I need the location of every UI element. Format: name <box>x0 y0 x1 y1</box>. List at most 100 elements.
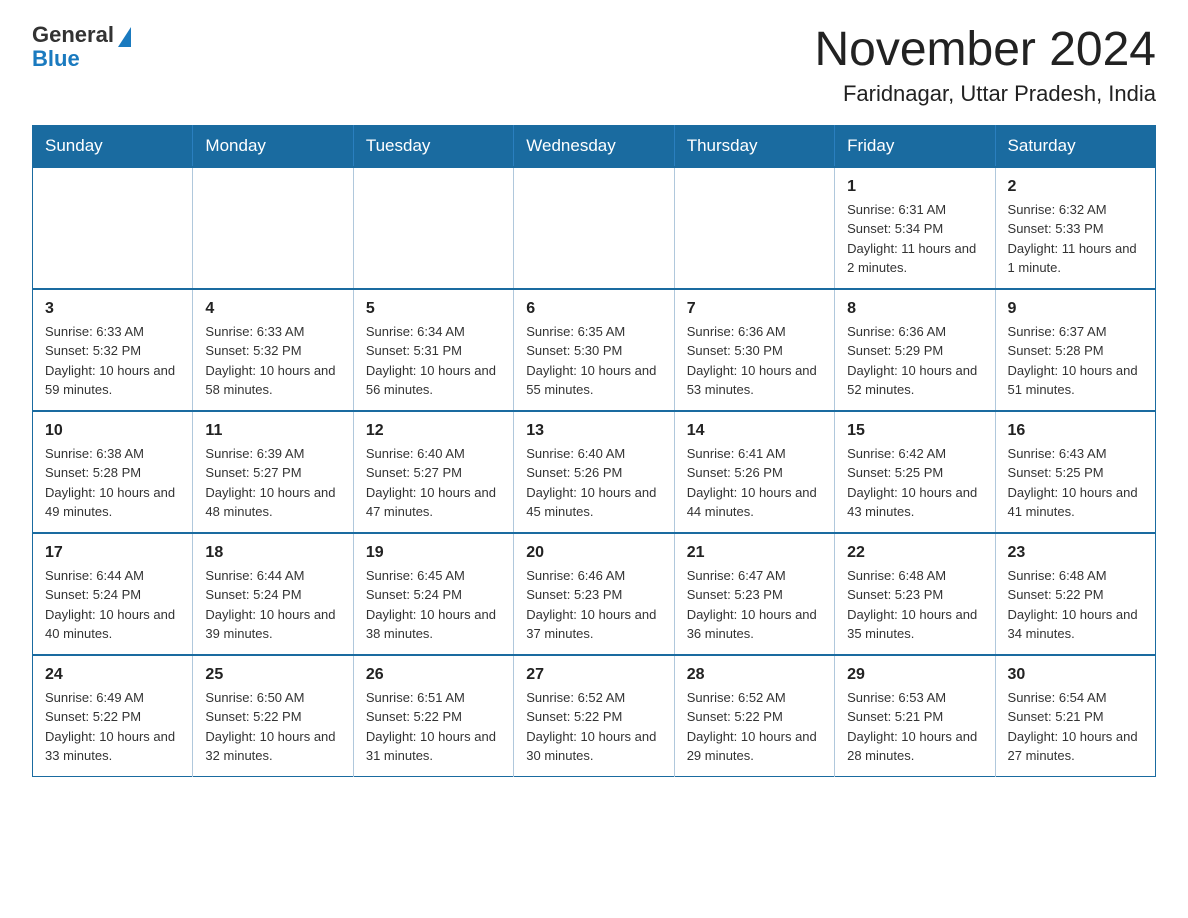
day-number: 17 <box>45 544 180 562</box>
calendar-cell: 23Sunrise: 6:48 AMSunset: 5:22 PMDayligh… <box>995 533 1155 655</box>
day-number: 27 <box>526 666 661 684</box>
day-number: 21 <box>687 544 822 562</box>
day-info: Sunrise: 6:53 AMSunset: 5:21 PMDaylight:… <box>847 688 982 766</box>
calendar-title: November 2024 <box>814 24 1156 77</box>
calendar-cell: 18 Sunrise: 6:44 AMSunset: 5:24 PMDayligh… <box>193 533 353 655</box>
calendar-cell: 21Sunrise: 6:47 AMSunset: 5:23 PMDayligh… <box>674 533 834 655</box>
calendar-cell: 1Sunrise: 6:31 AMSunset: 5:34 PMDaylight… <box>835 167 995 289</box>
calendar-cell: 26 Sunrise: 6:51 AMSunset: 5:22 PMDayligh… <box>353 655 513 777</box>
calendar-cell: 6 Sunrise: 6:35 AMSunset: 5:30 PMDaylight… <box>514 289 674 411</box>
day-info: Sunrise: 6:44 AMSunset: 5:24 PMDaylight:… <box>205 566 340 644</box>
day-info: Sunrise: 6:33 AMSunset: 5:32 PMDaylight:… <box>205 322 340 400</box>
calendar-header-row: SundayMondayTuesdayWednesdayThursdayFrid… <box>33 125 1156 167</box>
calendar-cell <box>674 167 834 289</box>
day-number: 12 <box>366 422 501 440</box>
day-number: 25 <box>205 666 340 684</box>
day-info: Sunrise: 6:40 AMSunset: 5:27 PMDaylight:… <box>366 444 501 522</box>
header-thursday: Thursday <box>674 125 834 167</box>
day-number: 4 <box>205 300 340 318</box>
calendar-cell: 15 Sunrise: 6:42 AMSunset: 5:25 PMDayligh… <box>835 411 995 533</box>
day-number: 15 <box>847 422 982 440</box>
title-block: November 2024 Faridnagar, Uttar Pradesh,… <box>814 24 1156 107</box>
header-monday: Monday <box>193 125 353 167</box>
day-info: Sunrise: 6:33 AMSunset: 5:32 PMDaylight:… <box>45 322 180 400</box>
calendar-week-1: 1Sunrise: 6:31 AMSunset: 5:34 PMDaylight… <box>33 167 1156 289</box>
day-info: Sunrise: 6:51 AMSunset: 5:22 PMDaylight:… <box>366 688 501 766</box>
calendar-table: SundayMondayTuesdayWednesdayThursdayFrid… <box>32 125 1156 777</box>
day-info: Sunrise: 6:38 AMSunset: 5:28 PMDaylight:… <box>45 444 180 522</box>
calendar-cell: 12 Sunrise: 6:40 AMSunset: 5:27 PMDayligh… <box>353 411 513 533</box>
day-info: Sunrise: 6:49 AMSunset: 5:22 PMDaylight:… <box>45 688 180 766</box>
logo-blue-text: Blue <box>32 48 80 70</box>
calendar-cell: 17 Sunrise: 6:44 AMSunset: 5:24 PMDayligh… <box>33 533 193 655</box>
day-info: Sunrise: 6:44 AMSunset: 5:24 PMDaylight:… <box>45 566 180 644</box>
logo-general-text: General <box>32 24 114 46</box>
calendar-cell: 16 Sunrise: 6:43 AMSunset: 5:25 PMDayligh… <box>995 411 1155 533</box>
calendar-cell <box>33 167 193 289</box>
day-number: 23 <box>1008 544 1143 562</box>
day-info: Sunrise: 6:46 AMSunset: 5:23 PMDaylight:… <box>526 566 661 644</box>
day-info: Sunrise: 6:36 AMSunset: 5:29 PMDaylight:… <box>847 322 982 400</box>
header-saturday: Saturday <box>995 125 1155 167</box>
day-number: 29 <box>847 666 982 684</box>
day-info: Sunrise: 6:32 AMSunset: 5:33 PMDaylight:… <box>1008 200 1143 278</box>
calendar-cell: 29 Sunrise: 6:53 AMSunset: 5:21 PMDayligh… <box>835 655 995 777</box>
calendar-cell: 22 Sunrise: 6:48 AMSunset: 5:23 PMDayligh… <box>835 533 995 655</box>
calendar-cell: 14Sunrise: 6:41 AMSunset: 5:26 PMDayligh… <box>674 411 834 533</box>
day-info: Sunrise: 6:45 AMSunset: 5:24 PMDaylight:… <box>366 566 501 644</box>
calendar-subtitle: Faridnagar, Uttar Pradesh, India <box>814 81 1156 107</box>
day-info: Sunrise: 6:36 AMSunset: 5:30 PMDaylight:… <box>687 322 822 400</box>
calendar-cell: 10 Sunrise: 6:38 AMSunset: 5:28 PMDayligh… <box>33 411 193 533</box>
day-number: 19 <box>366 544 501 562</box>
calendar-cell <box>514 167 674 289</box>
calendar-cell: 7 Sunrise: 6:36 AMSunset: 5:30 PMDaylight… <box>674 289 834 411</box>
day-number: 6 <box>526 300 661 318</box>
day-info: Sunrise: 6:50 AMSunset: 5:22 PMDaylight:… <box>205 688 340 766</box>
calendar-cell: 11Sunrise: 6:39 AMSunset: 5:27 PMDayligh… <box>193 411 353 533</box>
calendar-cell: 9Sunrise: 6:37 AMSunset: 5:28 PMDaylight… <box>995 289 1155 411</box>
day-number: 10 <box>45 422 180 440</box>
calendar-cell: 20 Sunrise: 6:46 AMSunset: 5:23 PMDayligh… <box>514 533 674 655</box>
calendar-cell: 24 Sunrise: 6:49 AMSunset: 5:22 PMDayligh… <box>33 655 193 777</box>
calendar-cell: 3 Sunrise: 6:33 AMSunset: 5:32 PMDaylight… <box>33 289 193 411</box>
day-info: Sunrise: 6:42 AMSunset: 5:25 PMDaylight:… <box>847 444 982 522</box>
day-number: 24 <box>45 666 180 684</box>
calendar-cell: 4 Sunrise: 6:33 AMSunset: 5:32 PMDaylight… <box>193 289 353 411</box>
day-info: Sunrise: 6:37 AMSunset: 5:28 PMDaylight:… <box>1008 322 1143 400</box>
day-info: Sunrise: 6:52 AMSunset: 5:22 PMDaylight:… <box>526 688 661 766</box>
day-number: 30 <box>1008 666 1143 684</box>
calendar-cell: 25 Sunrise: 6:50 AMSunset: 5:22 PMDayligh… <box>193 655 353 777</box>
day-number: 13 <box>526 422 661 440</box>
day-info: Sunrise: 6:35 AMSunset: 5:30 PMDaylight:… <box>526 322 661 400</box>
day-number: 14 <box>687 422 822 440</box>
calendar-cell: 5 Sunrise: 6:34 AMSunset: 5:31 PMDaylight… <box>353 289 513 411</box>
day-info: Sunrise: 6:43 AMSunset: 5:25 PMDaylight:… <box>1008 444 1143 522</box>
day-number: 20 <box>526 544 661 562</box>
header-wednesday: Wednesday <box>514 125 674 167</box>
day-number: 5 <box>366 300 501 318</box>
day-number: 26 <box>366 666 501 684</box>
day-info: Sunrise: 6:34 AMSunset: 5:31 PMDaylight:… <box>366 322 501 400</box>
calendar-cell: 28Sunrise: 6:52 AMSunset: 5:22 PMDayligh… <box>674 655 834 777</box>
calendar-cell <box>353 167 513 289</box>
header-tuesday: Tuesday <box>353 125 513 167</box>
day-number: 7 <box>687 300 822 318</box>
day-number: 16 <box>1008 422 1143 440</box>
calendar-week-2: 3 Sunrise: 6:33 AMSunset: 5:32 PMDaylight… <box>33 289 1156 411</box>
day-number: 18 <box>205 544 340 562</box>
calendar-week-4: 17 Sunrise: 6:44 AMSunset: 5:24 PMDayligh… <box>33 533 1156 655</box>
day-number: 3 <box>45 300 180 318</box>
day-number: 22 <box>847 544 982 562</box>
calendar-cell: 19 Sunrise: 6:45 AMSunset: 5:24 PMDayligh… <box>353 533 513 655</box>
logo: General Blue <box>32 24 131 70</box>
calendar-cell <box>193 167 353 289</box>
day-info: Sunrise: 6:39 AMSunset: 5:27 PMDaylight:… <box>205 444 340 522</box>
day-info: Sunrise: 6:48 AMSunset: 5:23 PMDaylight:… <box>847 566 982 644</box>
day-info: Sunrise: 6:52 AMSunset: 5:22 PMDaylight:… <box>687 688 822 766</box>
calendar-cell: 30 Sunrise: 6:54 AMSunset: 5:21 PMDayligh… <box>995 655 1155 777</box>
header-friday: Friday <box>835 125 995 167</box>
calendar-cell: 8Sunrise: 6:36 AMSunset: 5:29 PMDaylight… <box>835 289 995 411</box>
day-info: Sunrise: 6:40 AMSunset: 5:26 PMDaylight:… <box>526 444 661 522</box>
page-header: General Blue November 2024 Faridnagar, U… <box>32 24 1156 107</box>
day-info: Sunrise: 6:54 AMSunset: 5:21 PMDaylight:… <box>1008 688 1143 766</box>
